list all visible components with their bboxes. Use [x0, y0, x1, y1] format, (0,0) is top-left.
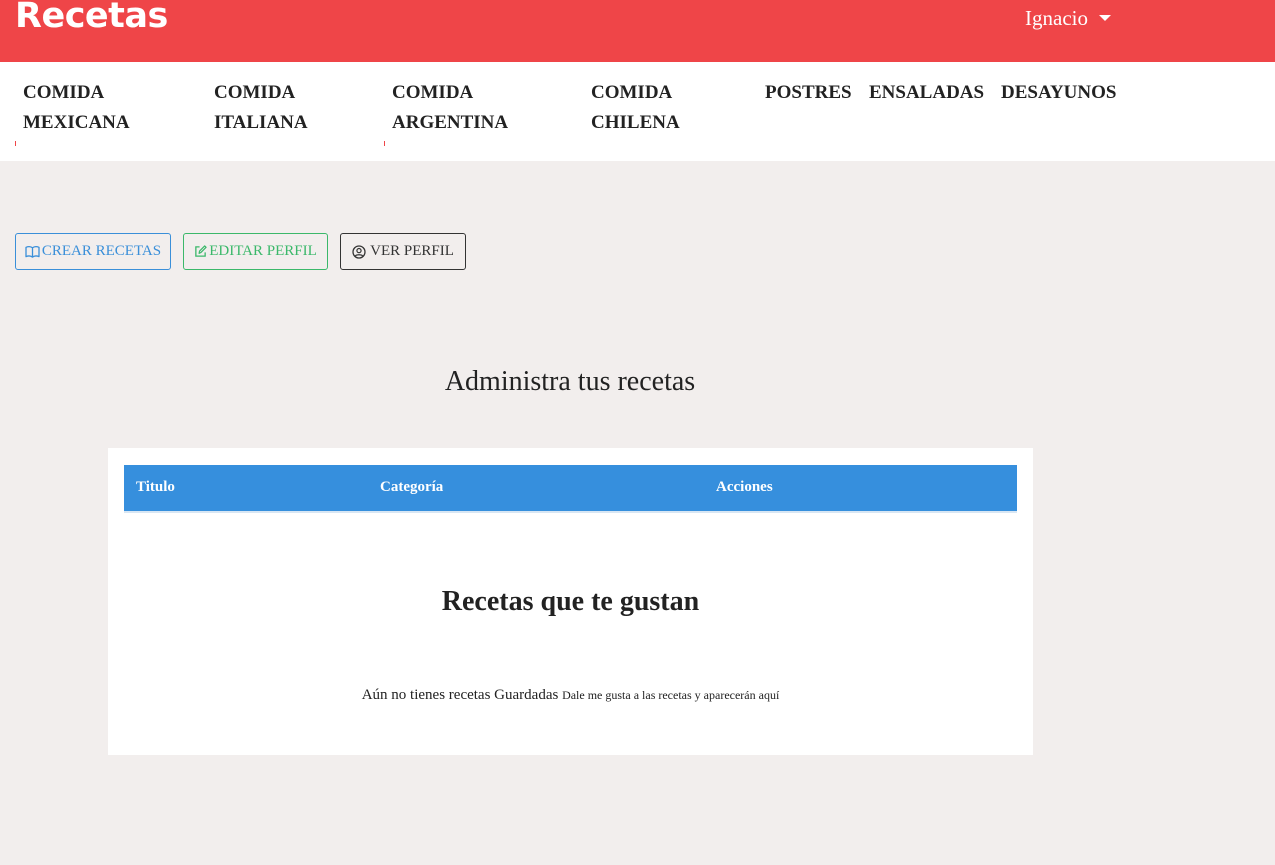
nav-divider-mark: [15, 141, 16, 146]
column-header-category: Categoría: [380, 479, 444, 495]
open-book-icon: [25, 246, 40, 258]
user-circle-icon: [352, 244, 366, 259]
empty-liked-main: Aún no tienes recetas Guardadas: [361, 687, 559, 703]
empty-liked-message: Aún no tienes recetas Guardadas Dale me …: [108, 687, 1033, 704]
column-header-actions: Acciones: [716, 479, 773, 495]
edit-square-icon: [195, 245, 207, 257]
user-menu-toggle[interactable]: Ignacio: [1025, 6, 1111, 31]
category-ensaladas[interactable]: ENSALADAS: [869, 78, 984, 108]
category-desayunos[interactable]: DESAYUNOS: [1001, 78, 1116, 108]
category-comida-argentina[interactable]: COMIDA ARGENTINA: [392, 78, 508, 138]
category-nav: COMIDA MEXICANA COMIDA ITALIANA COMIDA A…: [0, 62, 1275, 161]
edit-profile-button[interactable]: EDITAR PERFIL: [183, 233, 328, 270]
nav-divider-mark: [384, 141, 385, 146]
category-comida-chilena[interactable]: COMIDA CHILENA: [591, 78, 680, 138]
category-comida-mexicana[interactable]: COMIDA MEXICANA: [23, 78, 130, 138]
recipes-table-header: Titulo Categoría Acciones: [124, 465, 1017, 513]
caret-down-icon: [1098, 14, 1111, 21]
user-name: Ignacio: [1025, 6, 1088, 30]
create-recipes-button[interactable]: CREAR RECETAS: [15, 233, 171, 270]
view-profile-button[interactable]: VER PERFIL: [340, 233, 466, 270]
column-header-title: Titulo: [136, 479, 175, 495]
brand-logo[interactable]: Recetas: [15, 0, 168, 36]
empty-liked-hint: Dale me gusta a las recetas y aparecerán…: [562, 688, 780, 702]
category-comida-italiana[interactable]: COMIDA ITALIANA: [214, 78, 308, 138]
top-navbar: Recetas Ignacio: [0, 0, 1275, 62]
liked-recipes-title: Recetas que te gustan: [441, 586, 700, 617]
recipes-card: Titulo Categoría Acciones Recetas que te…: [108, 448, 1033, 755]
admin-recipes-title: Administra tus recetas: [444, 366, 696, 397]
category-postres[interactable]: POSTRES: [765, 78, 852, 108]
